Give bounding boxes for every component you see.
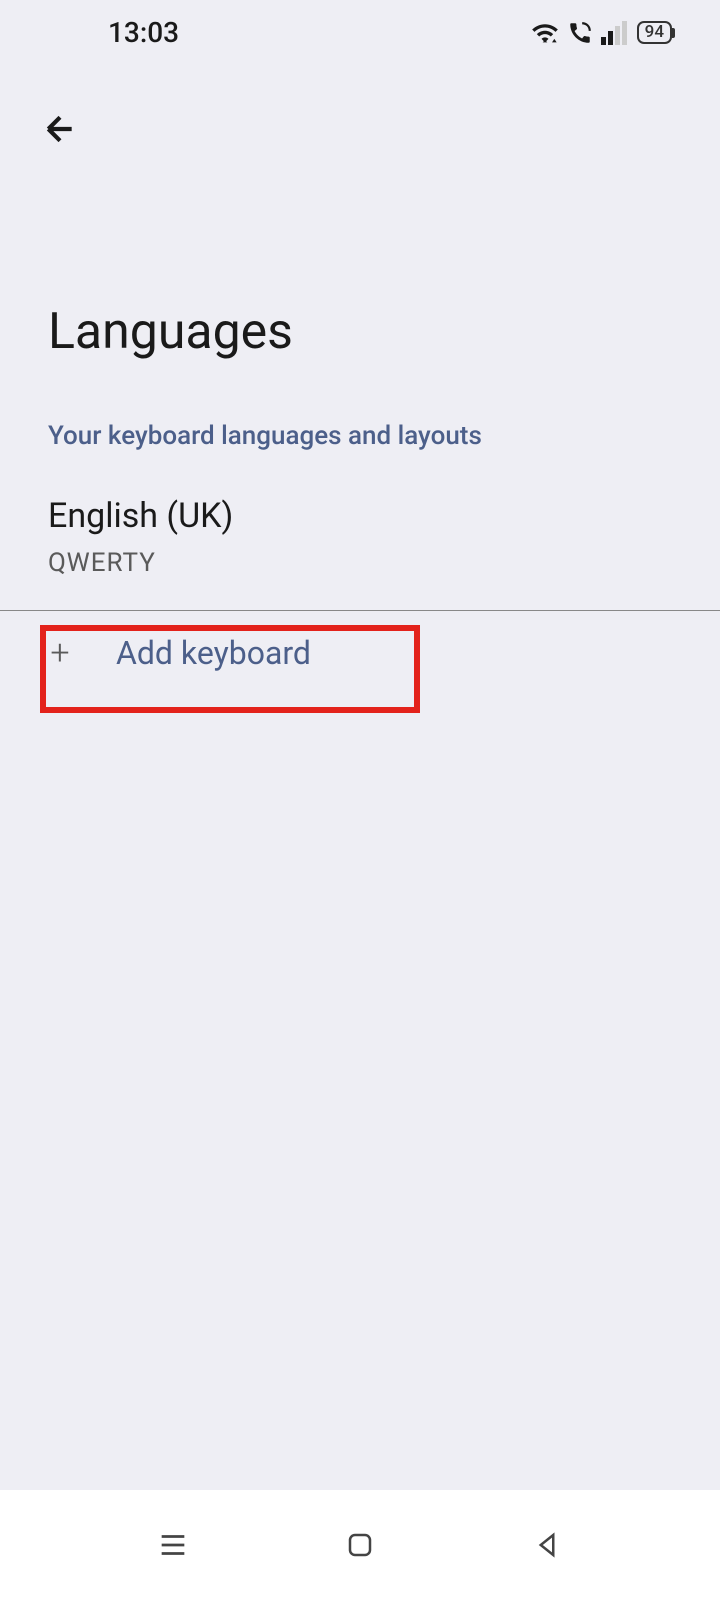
plus-icon: + bbox=[48, 633, 72, 673]
call-icon bbox=[567, 20, 593, 46]
status-bar: 13:03 94 bbox=[0, 0, 720, 65]
page-title: Languages bbox=[0, 173, 720, 401]
recents-button[interactable] bbox=[143, 1515, 203, 1575]
section-header: Your keyboard languages and layouts bbox=[0, 401, 720, 481]
battery-percent: 94 bbox=[645, 22, 664, 42]
triangle-left-icon bbox=[532, 1530, 562, 1560]
language-layout: QWERTY bbox=[48, 548, 672, 578]
home-button[interactable] bbox=[330, 1515, 390, 1575]
back-nav-button[interactable] bbox=[517, 1515, 577, 1575]
arrow-left-icon bbox=[40, 109, 80, 149]
battery-icon: 94 bbox=[637, 21, 672, 44]
menu-icon bbox=[156, 1528, 190, 1562]
signal-icon bbox=[601, 21, 629, 45]
content: Languages Your keyboard languages and la… bbox=[0, 173, 720, 1490]
language-name: English (UK) bbox=[48, 496, 672, 536]
add-keyboard-label: Add keyboard bbox=[116, 634, 311, 672]
status-time: 13:03 bbox=[108, 16, 179, 49]
app-bar bbox=[0, 65, 720, 173]
nav-bar bbox=[0, 1490, 720, 1600]
wifi-icon bbox=[531, 19, 559, 47]
status-icons: 94 bbox=[531, 19, 672, 47]
square-icon bbox=[345, 1530, 375, 1560]
language-item[interactable]: English (UK) QWERTY bbox=[0, 481, 720, 610]
back-button[interactable] bbox=[36, 105, 84, 153]
add-keyboard-button[interactable]: + Add keyboard bbox=[0, 611, 720, 695]
